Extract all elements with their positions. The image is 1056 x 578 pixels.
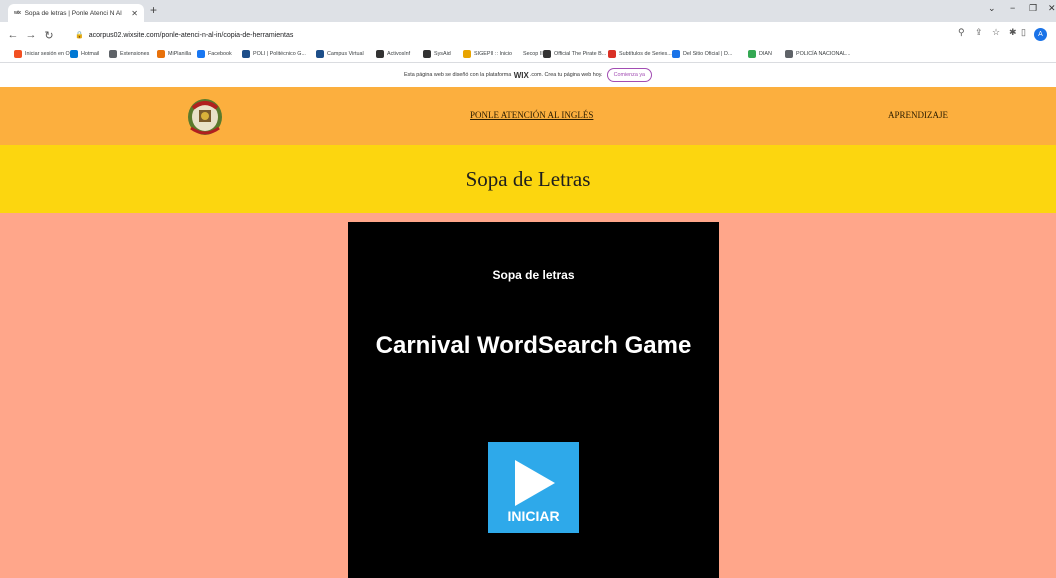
tab-strip: wix Sopa de letras | Ponle Atenci N Al ✕…: [0, 0, 1056, 22]
bookmark-label: SysAid: [434, 51, 451, 57]
bookmark-item[interactable]: Official The Pirate B...: [543, 50, 606, 58]
bookmark-label: Hotmail: [81, 51, 100, 57]
bookmark-favicon-icon: [157, 50, 165, 58]
bookmark-item[interactable]: POLI | Politécnico G...: [242, 50, 306, 58]
bookmark-label: POLI | Politécnico G...: [253, 51, 306, 57]
bookmarks-bar: Iniciar sesión en Ou... Hotmail Extensione…: [0, 48, 1056, 63]
start-game-button[interactable]: INICIAR: [488, 442, 579, 533]
bookmark-item[interactable]: Secop II: [512, 50, 543, 58]
play-icon: [515, 460, 555, 506]
game-subtitle: Sopa de letras: [492, 268, 575, 282]
bookmark-item[interactable]: MiPlanilla: [157, 50, 191, 58]
bookmark-item[interactable]: Facebook: [197, 50, 232, 58]
wix-brand: WIX: [513, 70, 529, 80]
bookmark-item[interactable]: Del Sitio Oficial | D...: [672, 50, 732, 58]
zoom-icon[interactable]: ⚲: [958, 27, 965, 38]
bookmark-favicon-icon: [512, 50, 520, 58]
game-title: Carnival WordSearch Game: [375, 332, 692, 359]
bookmark-item[interactable]: Activoslnf: [376, 50, 410, 58]
wix-favicon-icon: wix: [14, 10, 21, 16]
bookmark-label: Subtítulos de Series...: [619, 51, 672, 57]
lock-icon[interactable]: 🔒: [75, 31, 84, 39]
nav-link-aprendizaje[interactable]: APRENDIZAJE: [888, 110, 948, 120]
bookmark-favicon-icon: [197, 50, 205, 58]
tab-close-icon[interactable]: ✕: [131, 9, 138, 18]
bookmark-item[interactable]: POLICÍA NACIONAL...: [785, 50, 851, 58]
start-game-label: INICIAR: [507, 508, 560, 524]
reload-icon[interactable]: ↻: [40, 29, 58, 42]
url-text: acorpus02.wixsite.com/ponle-atenci-n-al-…: [88, 31, 294, 39]
site-header: PONLE ATENCIÓN AL INGLÉS APRENDIZAJE: [0, 87, 1056, 145]
bookmark-item[interactable]: Subtítulos de Series...: [608, 50, 672, 58]
bookmark-item[interactable]: Iniciar sesión en Ou...: [14, 50, 77, 58]
wix-banner-text-after: .com. Crea tu página web hoy.: [529, 72, 603, 78]
bookmark-favicon-icon: [423, 50, 431, 58]
new-tab-icon[interactable]: +: [150, 3, 157, 17]
bookmark-favicon-icon: [672, 50, 680, 58]
bookmark-label: Del Sitio Oficial | D...: [683, 51, 733, 57]
restore-icon[interactable]: ❐: [1029, 3, 1037, 14]
game-embed[interactable]: Sopa de letras Carnival WordSearch Game …: [348, 222, 719, 578]
wix-start-button[interactable]: Comienza ya: [606, 68, 653, 82]
bookmark-favicon-icon: [608, 50, 616, 58]
bookmark-favicon-icon: [543, 50, 551, 58]
share-icon[interactable]: ⇪: [975, 27, 983, 38]
bookmark-label: DIAN: [759, 51, 772, 57]
crest-logo-icon[interactable]: [183, 94, 227, 138]
tab-title: Sopa de letras | Ponle Atenci N Al: [24, 9, 122, 17]
bookmark-item[interactable]: DIAN: [748, 50, 772, 58]
bookmark-favicon-icon: [785, 50, 793, 58]
extensions-icon[interactable]: ✱: [1009, 27, 1017, 38]
bookmark-item[interactable]: SIGEPII :: Inicio: [463, 50, 512, 58]
bookmark-favicon-icon: [14, 50, 22, 58]
forward-icon[interactable]: →: [22, 29, 40, 41]
browser-toolbar: ← → ↻ 🔒 acorpus02.wixsite.com/ponle-aten…: [0, 22, 1056, 48]
bookmark-label: Extensiones: [120, 51, 150, 57]
bookmark-label: Activoslnf: [387, 51, 411, 57]
bookmark-label: SIGEPII :: Inicio: [474, 51, 513, 57]
bookmark-star-icon[interactable]: ☆: [992, 27, 1000, 38]
bookmark-label: Facebook: [208, 51, 232, 57]
bookmark-favicon-icon: [70, 50, 78, 58]
bookmark-label: POLICÍA NACIONAL...: [796, 51, 851, 57]
bookmark-item[interactable]: Campus Virtual: [316, 50, 364, 58]
address-bar[interactable]: 🔒 acorpus02.wixsite.com/ponle-atenci-n-a…: [75, 26, 955, 44]
browser-tab[interactable]: wix Sopa de letras | Ponle Atenci N Al ✕: [8, 4, 144, 22]
content-area: Sopa de letras Carnival WordSearch Game …: [0, 213, 1056, 578]
wix-banner: Esta página web se diseñó con la platafo…: [0, 63, 1056, 87]
bookmark-favicon-icon: [748, 50, 756, 58]
bookmark-favicon-icon: [242, 50, 250, 58]
bookmark-favicon-icon: [109, 50, 117, 58]
bookmark-favicon-icon: [463, 50, 471, 58]
bookmark-label: MiPlanilla: [168, 51, 192, 57]
bookmark-item[interactable]: Hotmail: [70, 50, 99, 58]
bookmark-favicon-icon: [316, 50, 324, 58]
bookmark-label: Secop II: [523, 51, 543, 57]
page-title: Sopa de Letras: [465, 166, 591, 191]
bookmark-label: Official The Pirate B...: [554, 51, 607, 57]
sidepanel-icon[interactable]: ▯: [1021, 27, 1026, 38]
bookmark-item[interactable]: Extensiones: [109, 50, 149, 58]
nav-link-ponle-atencion[interactable]: PONLE ATENCIÓN AL INGLÉS: [470, 110, 593, 120]
tab-search-icon[interactable]: ⌄: [988, 3, 996, 14]
profile-avatar[interactable]: A: [1034, 28, 1047, 41]
back-icon[interactable]: ←: [4, 29, 22, 41]
wix-banner-text-before: Esta página web se diseñó con la platafo…: [403, 72, 512, 78]
bookmark-item[interactable]: SysAid: [423, 50, 451, 58]
close-window-icon[interactable]: ✕: [1048, 3, 1056, 14]
title-band: Sopa de Letras: [0, 145, 1056, 213]
bookmark-label: Campus Virtual: [327, 51, 364, 57]
minimize-icon[interactable]: −: [1010, 3, 1015, 13]
bookmark-favicon-icon: [376, 50, 384, 58]
